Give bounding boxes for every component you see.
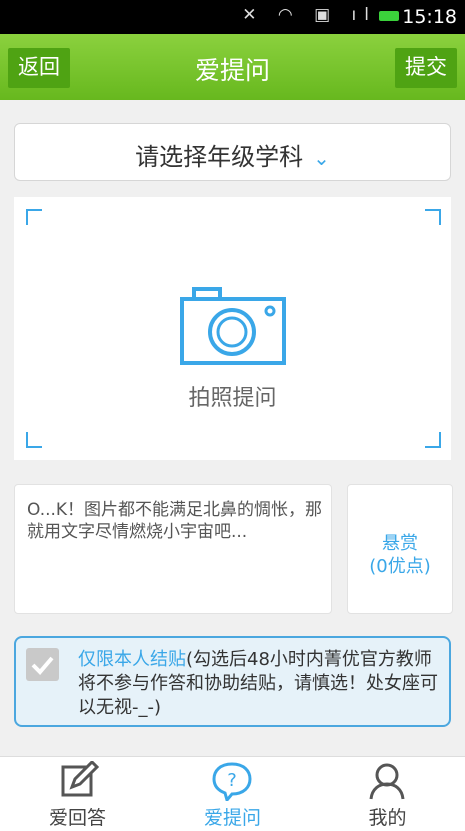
nav-item-ask[interactable]: ? 爱提问: [155, 757, 310, 831]
status-bar: ✕ ◠ ▣ ıl 15:18: [0, 0, 465, 34]
grade-subject-label: 请选择年级学科 ⌄: [15, 137, 450, 172]
self-close-notice: 仅限本人结贴(勾选后48小时内菁优官方教师将不参与作答和协助结贴，请慎选！处女座…: [14, 636, 451, 727]
self-close-highlight: 仅限本人结贴: [78, 649, 186, 670]
check-icon: [31, 656, 54, 675]
nav-item-mine[interactable]: 我的: [310, 757, 465, 831]
status-icons: ✕ ◠ ▣ ıl: [242, 5, 377, 25]
reward-button[interactable]: 悬赏 (0优点): [347, 484, 453, 614]
nav-label-ask: 爱提问: [203, 807, 261, 829]
reward-points: (0优点): [369, 556, 431, 577]
frame-corner-icon: [425, 432, 441, 448]
question-text-input[interactable]: O...K！图片都不能满足北鼻的惆怅，那就用文字尽情燃烧小宇宙吧...: [14, 484, 332, 614]
submit-button[interactable]: 提交: [395, 48, 457, 88]
battery-icon: [379, 11, 399, 21]
svg-text:?: ?: [227, 770, 237, 791]
nav-label-answer: 爱回答: [48, 807, 106, 829]
grade-subject-text: 请选择年级学科: [135, 143, 304, 171]
nav-item-answer[interactable]: 爱回答: [0, 757, 155, 831]
frame-corner-icon: [26, 209, 42, 225]
question-icon: ?: [212, 762, 252, 801]
photo-question-area[interactable]: 拍照提问: [14, 197, 451, 460]
grade-subject-selector[interactable]: 请选择年级学科 ⌄: [14, 123, 451, 181]
bottom-nav: 爱回答 ? 爱提问 我的: [0, 756, 465, 831]
question-placeholder: O...K！图片都不能满足北鼻的惆怅，那就用文字尽情燃烧小宇宙吧...: [27, 500, 323, 542]
status-time: 15:18: [402, 6, 457, 28]
chevron-down-icon: ⌄: [313, 146, 330, 170]
photo-question-label: 拍照提问: [188, 386, 277, 411]
edit-icon: [61, 761, 100, 797]
self-close-checkbox[interactable]: [26, 648, 59, 681]
self-close-text: 仅限本人结贴(勾选后48小时内菁优官方教师将不参与作答和协助结贴，请慎选！处女座…: [78, 648, 442, 720]
nav-label-mine: 我的: [368, 807, 407, 829]
user-icon: [369, 763, 405, 800]
header-bar: 返回 爱提问 提交: [0, 34, 465, 100]
frame-corner-icon: [26, 432, 42, 448]
camera-icon: [180, 287, 286, 365]
frame-corner-icon: [425, 209, 441, 225]
